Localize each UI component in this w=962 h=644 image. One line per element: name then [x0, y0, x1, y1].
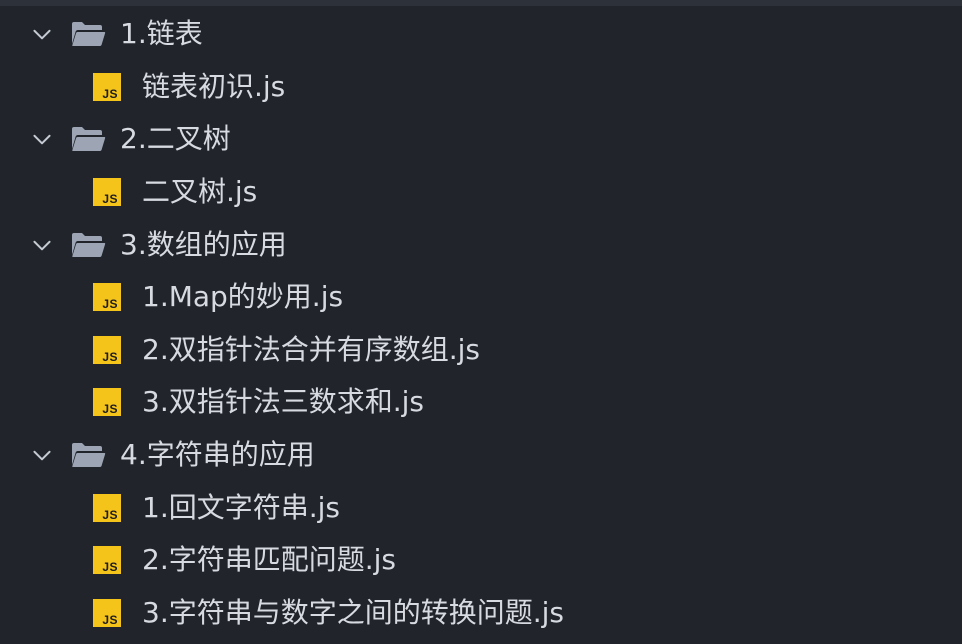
- js-badge-text: JS: [102, 349, 118, 364]
- folder-item[interactable]: 2.二叉树: [0, 113, 962, 166]
- javascript-file-icon: JS: [93, 598, 121, 627]
- chevron-down-icon[interactable]: [28, 20, 56, 48]
- file-explorer-tree: 1.链表 JS 链表初识.js 2.二叉树 JS 二叉树.js 3.数组的应用 JS 1.Map…: [0, 8, 962, 639]
- js-badge-text: JS: [102, 612, 118, 627]
- folder-open-icon: [70, 231, 106, 259]
- file-label: 3.双指针法三数求和.js: [142, 385, 424, 419]
- file-item[interactable]: JS 1.回文字符串.js: [0, 481, 962, 534]
- folder-label: 2.二叉树: [120, 122, 231, 156]
- file-item[interactable]: JS 2.字符串匹配问题.js: [0, 534, 962, 587]
- folder-label: 4.字符串的应用: [120, 438, 315, 472]
- folder-open-icon: [70, 441, 106, 469]
- file-item[interactable]: JS 3.字符串与数字之间的转换问题.js: [0, 587, 962, 640]
- file-label: 3.字符串与数字之间的转换问题.js: [142, 595, 564, 629]
- file-label: 链表初识.js: [142, 69, 286, 103]
- javascript-file-icon: JS: [93, 178, 121, 207]
- file-item[interactable]: JS 1.Map的妙用.js: [0, 271, 962, 324]
- file-item[interactable]: JS 2.双指针法合并有序数组.js: [0, 324, 962, 377]
- chevron-down-icon[interactable]: [28, 441, 56, 469]
- javascript-file-icon: JS: [93, 493, 121, 522]
- js-badge-text: JS: [102, 507, 118, 522]
- js-badge-text: JS: [102, 192, 118, 207]
- file-label: 2.双指针法合并有序数组.js: [142, 332, 480, 366]
- javascript-file-icon: JS: [93, 546, 121, 575]
- javascript-file-icon: JS: [93, 335, 121, 364]
- javascript-file-icon: JS: [93, 283, 121, 312]
- file-item[interactable]: JS 二叉树.js: [0, 166, 962, 219]
- file-label: 1.回文字符串.js: [142, 490, 340, 524]
- file-label: 2.字符串匹配问题.js: [142, 543, 396, 577]
- folder-item[interactable]: 3.数组的应用: [0, 218, 962, 271]
- top-divider: [0, 0, 962, 6]
- folder-open-icon: [70, 125, 106, 153]
- javascript-file-icon: JS: [93, 388, 121, 417]
- file-item[interactable]: JS 3.双指针法三数求和.js: [0, 376, 962, 429]
- file-item[interactable]: JS 链表初识.js: [0, 61, 962, 114]
- folder-item[interactable]: 4.字符串的应用: [0, 429, 962, 482]
- folder-item[interactable]: 1.链表: [0, 8, 962, 61]
- js-badge-text: JS: [102, 86, 118, 101]
- folder-open-icon: [70, 20, 106, 48]
- folder-label: 3.数组的应用: [120, 227, 287, 261]
- js-badge-text: JS: [102, 402, 118, 417]
- folder-label: 1.链表: [120, 17, 203, 51]
- javascript-file-icon: JS: [93, 72, 121, 101]
- chevron-down-icon[interactable]: [28, 125, 56, 153]
- js-badge-text: JS: [102, 297, 118, 312]
- file-label: 1.Map的妙用.js: [142, 280, 344, 314]
- js-badge-text: JS: [102, 560, 118, 575]
- file-label: 二叉树.js: [142, 175, 258, 209]
- chevron-down-icon[interactable]: [28, 231, 56, 259]
